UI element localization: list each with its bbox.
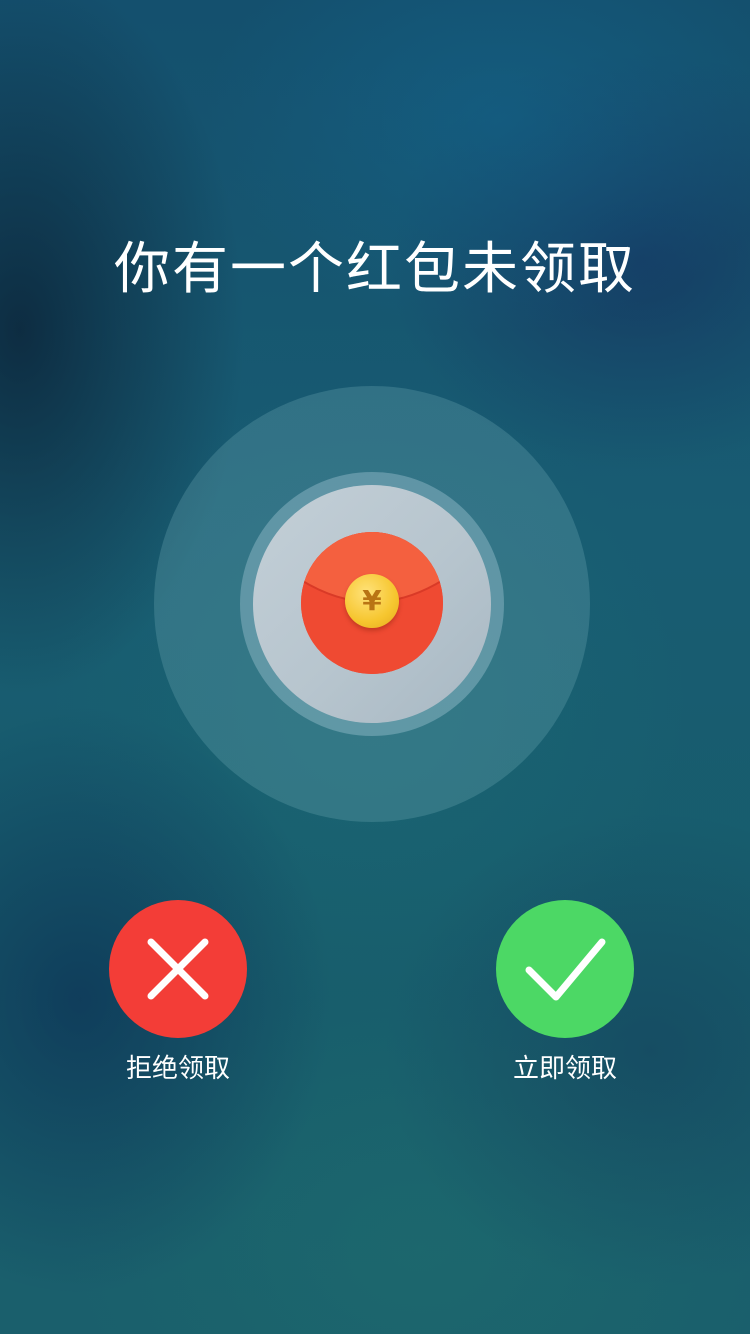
coin-icon: ¥ xyxy=(345,574,399,628)
accept-label[interactable]: 立即领取 xyxy=(465,1049,665,1089)
close-icon xyxy=(147,938,209,1000)
page-title: 你有一个红包未领取 xyxy=(114,237,636,302)
decline-label[interactable]: 拒绝领取 xyxy=(78,1049,278,1089)
check-icon xyxy=(525,938,606,1001)
decline-button[interactable] xyxy=(109,900,247,1038)
currency-symbol: ¥ xyxy=(362,584,382,617)
accept-button[interactable] xyxy=(496,900,634,1038)
